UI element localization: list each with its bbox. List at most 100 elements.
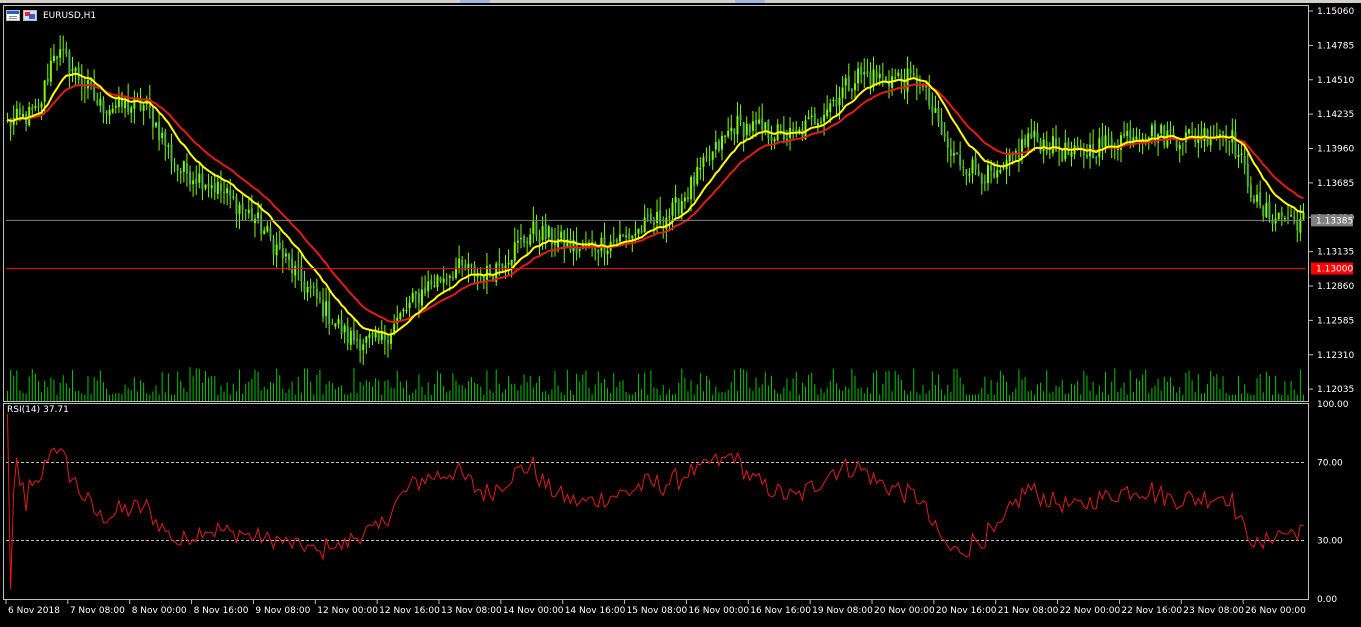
candle-body	[1234, 131, 1237, 157]
candle-body	[980, 174, 983, 184]
candle-body	[507, 262, 510, 265]
candle-body	[192, 180, 195, 185]
candle-body	[1061, 150, 1064, 162]
candle-body	[1302, 212, 1305, 220]
chart-header: EURUSD,H1	[6, 10, 96, 21]
candle-body	[1129, 129, 1132, 143]
candle-body	[253, 218, 256, 224]
candle-body	[1126, 131, 1129, 136]
candle-body	[65, 48, 68, 55]
candle-body	[1058, 150, 1061, 152]
candle-body	[241, 203, 244, 210]
candle-body	[18, 109, 21, 115]
candle-body	[68, 51, 71, 74]
candle-body	[1024, 138, 1027, 145]
candle-body	[74, 67, 77, 72]
candle-body	[857, 68, 860, 84]
candle-body	[792, 128, 795, 131]
candle-body	[993, 172, 996, 178]
x-tick-label: 22 Nov 16:00	[1121, 606, 1182, 616]
candle-body	[226, 188, 229, 194]
candle-body	[1215, 135, 1218, 137]
candle-body	[931, 105, 934, 112]
candle-body	[711, 151, 714, 160]
candle-body	[325, 301, 328, 316]
candle-body	[15, 108, 18, 119]
candle-body	[284, 253, 287, 257]
chart-canvas[interactable]: 1.15060 1.14785 1.14510 1.14235 1.13960 1.136…	[0, 0, 1361, 623]
candle-body	[365, 336, 368, 343]
candle-body	[1039, 140, 1042, 153]
candle-body	[751, 121, 754, 131]
candle-body	[847, 76, 850, 92]
candle-body	[1296, 219, 1299, 231]
candle-body	[510, 259, 513, 266]
candle-body	[442, 278, 445, 283]
candle-body	[420, 289, 423, 306]
candle-body	[386, 339, 389, 344]
candle-body	[105, 111, 108, 114]
x-tick-label: 13 Nov 08:00	[441, 606, 502, 616]
candle-body	[201, 173, 204, 190]
candle-body	[668, 216, 671, 218]
candle-body	[390, 334, 393, 344]
x-tick-label: 8 Nov 00:00	[132, 606, 187, 616]
candle-body	[1169, 129, 1172, 132]
candle-body	[173, 163, 176, 165]
candle-body	[464, 264, 467, 270]
candle-body	[974, 157, 977, 170]
candle-body	[745, 123, 748, 136]
candle-body	[498, 262, 501, 266]
candle-body	[306, 286, 309, 293]
candle-body	[1246, 163, 1249, 187]
candle-body	[1293, 216, 1296, 219]
candle-body	[297, 264, 300, 266]
candle-body	[155, 122, 158, 127]
candle-body	[838, 97, 841, 105]
candle-body	[826, 109, 829, 117]
candle-body	[424, 287, 427, 294]
candle-body	[40, 103, 43, 108]
candle-body	[340, 320, 343, 335]
candle-body	[680, 201, 683, 214]
candle-body	[1203, 128, 1206, 141]
candle-body	[1283, 218, 1286, 220]
candle-body	[652, 222, 655, 225]
x-tick-label: 20 Nov 00:00	[874, 606, 935, 616]
candle-body	[863, 72, 866, 75]
candle-body	[770, 136, 773, 141]
window-icon[interactable]	[6, 10, 20, 21]
candle-body	[773, 139, 776, 142]
candle-body	[374, 331, 377, 338]
x-tick-label: 12 Nov 00:00	[317, 606, 378, 616]
y-tick-label: 1.12310	[1317, 351, 1354, 361]
x-tick-label: 15 Nov 08:00	[627, 606, 688, 616]
candle-body	[1274, 218, 1277, 224]
candle-body	[535, 221, 538, 237]
candle-body	[439, 277, 442, 282]
candle-body	[1262, 206, 1265, 217]
chart-window[interactable]: 1.15060 1.14785 1.14510 1.14235 1.13960 1.136…	[0, 0, 1361, 623]
candle-body	[275, 244, 278, 256]
candle-body	[946, 138, 949, 148]
candle-body	[959, 154, 962, 166]
candle-body	[597, 249, 600, 253]
candle-body	[986, 165, 989, 184]
candle-body	[928, 87, 931, 106]
candle-body	[956, 152, 959, 155]
candle-body	[526, 241, 529, 244]
properties-icon[interactable]	[23, 10, 37, 21]
candle-body	[1268, 201, 1271, 219]
candle-body	[1027, 133, 1030, 148]
x-tick-label: 14 Nov 00:00	[503, 606, 564, 616]
bid-label: 1.13385	[1316, 216, 1353, 226]
candle-body	[544, 223, 547, 240]
rsi-header: RSI(14) 37.71	[7, 405, 69, 415]
candle-body	[918, 87, 921, 89]
candle-body	[1277, 212, 1280, 220]
candle-body	[349, 331, 352, 345]
candle-body	[114, 105, 117, 108]
candle-body	[578, 249, 581, 251]
x-tick-label: 12 Nov 16:00	[379, 606, 440, 616]
candle-body	[699, 167, 702, 170]
